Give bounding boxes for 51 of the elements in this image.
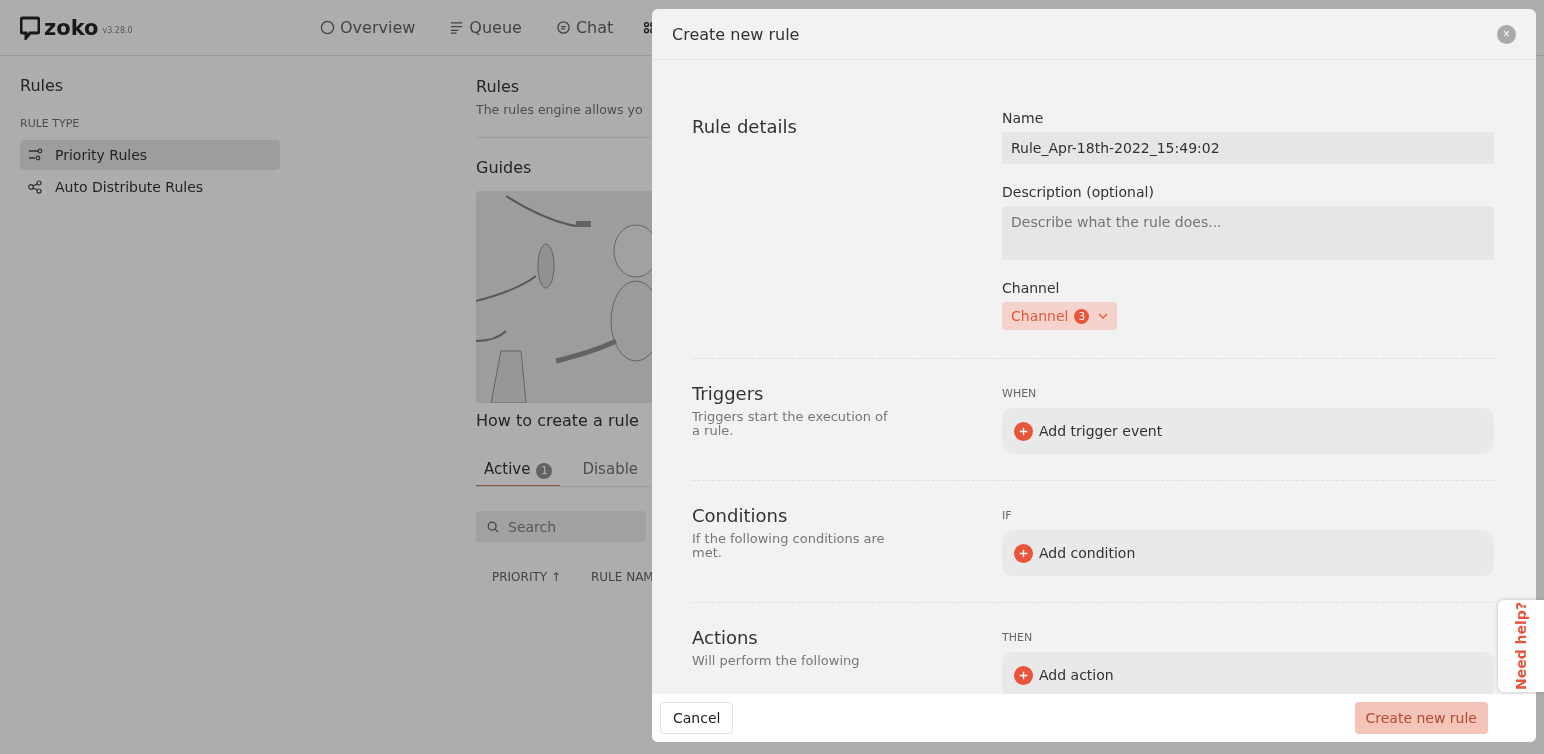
- add-button[interactable]: Add trigger event: [1014, 421, 1163, 441]
- channel-dropdown[interactable]: Channel 3: [1002, 302, 1118, 330]
- modal-title: Create new rule: [672, 24, 800, 44]
- sidebar-title: Rules: [20, 76, 65, 95]
- section-description: Will perform the following: [692, 654, 861, 668]
- logo: zoko: [44, 15, 99, 40]
- search-field[interactable]: Search: [476, 511, 646, 542]
- section-title: Actions: [692, 627, 759, 648]
- sidebar-item[interactable]: Auto Distribute Rules: [20, 172, 280, 202]
- keyword-label: WHEN: [1002, 387, 1038, 400]
- plus-icon: [1014, 421, 1033, 441]
- tab[interactable]: Disable: [574, 460, 647, 486]
- guides-title: Guides: [476, 158, 533, 177]
- section-label: RULE TYPE: [20, 117, 81, 130]
- tab[interactable]: Active 1: [476, 460, 561, 486]
- section-description: If the following conditions are met.: [692, 532, 886, 560]
- description-field[interactable]: Describe what the rule does...: [1002, 206, 1494, 260]
- section-title: Rule details: [692, 116, 798, 137]
- plus-icon: [1014, 543, 1033, 563]
- chevron-down-icon: [1098, 313, 1109, 319]
- guide-caption: How to create a rule: [476, 411, 640, 430]
- list-icon: [449, 20, 465, 35]
- section-description: Triggers start the execution of a rule.: [692, 410, 889, 438]
- name-field[interactable]: Rule_Apr-18th-2022_15:49:02: [1002, 132, 1494, 164]
- help-tab[interactable]: Need help?: [1498, 600, 1544, 692]
- keyword-label: THEN: [1002, 631, 1034, 644]
- field-label: Channel: [1002, 280, 1061, 296]
- add-button[interactable]: Add condition: [1014, 543, 1136, 563]
- close-button[interactable]: ×: [1497, 24, 1516, 44]
- column-header[interactable]: PRIORITY ↑: [492, 570, 561, 584]
- sidebar-item[interactable]: Priority Rules: [20, 140, 280, 170]
- search-icon: [486, 520, 500, 534]
- plus-icon: [1014, 665, 1033, 685]
- nav-link[interactable]: Overview: [320, 18, 416, 37]
- sliders-icon: [27, 147, 43, 163]
- nav-link[interactable]: Queue: [449, 18, 522, 37]
- column-header[interactable]: RULE NAM: [590, 570, 654, 584]
- section-title: Conditions: [692, 505, 789, 526]
- section-title: Triggers: [692, 383, 765, 404]
- field-label: Name: [1002, 110, 1045, 126]
- nav-link[interactable]: Chat: [555, 18, 614, 37]
- logo-icon: [20, 15, 40, 40]
- field-label: Description (optional): [1002, 184, 1155, 200]
- add-button[interactable]: Add action: [1014, 665, 1114, 685]
- keyword-label: IF: [1002, 509, 1013, 522]
- nodes-icon: [27, 179, 43, 195]
- version-label: v3.28.0: [102, 26, 133, 35]
- circle-icon: [320, 20, 335, 35]
- chat-icon: [555, 20, 571, 35]
- page-title: Rules: [476, 77, 521, 96]
- cancel-button[interactable]: Cancel: [660, 702, 734, 734]
